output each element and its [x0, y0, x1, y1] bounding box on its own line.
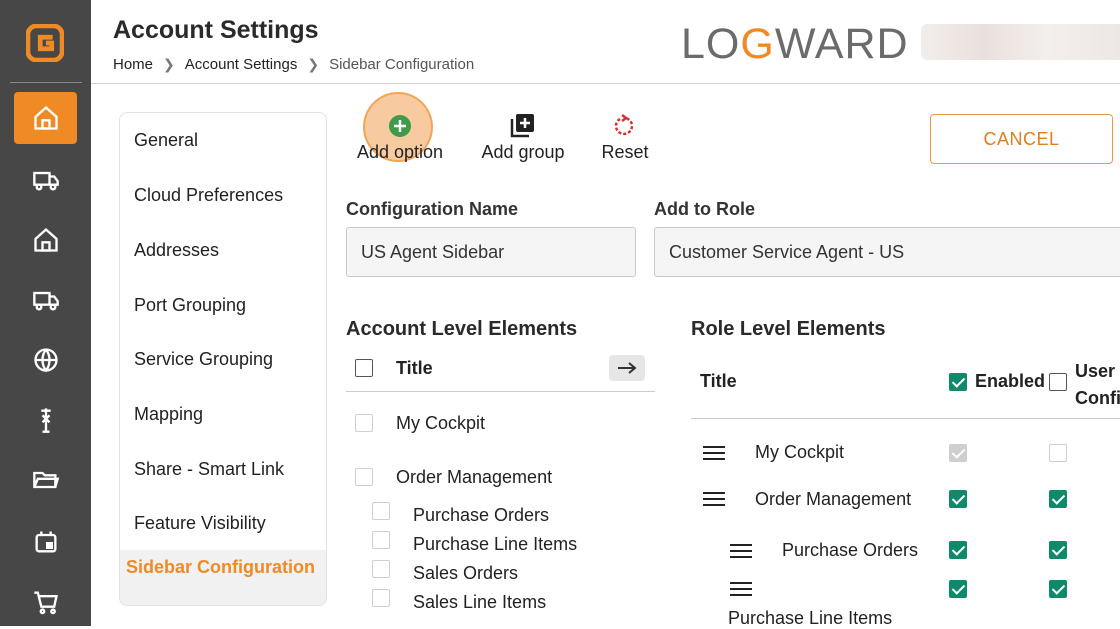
account-item-checkbox[interactable]: [372, 531, 390, 549]
user-config-checkbox[interactable]: [1049, 580, 1067, 598]
nav-shipments[interactable]: [14, 154, 77, 206]
config-name-input[interactable]: US Agent Sidebar: [346, 227, 636, 277]
account-select-all-checkbox[interactable]: [355, 359, 373, 377]
brand-logo: LOGWARD: [681, 20, 909, 69]
account-item-checkbox[interactable]: [372, 502, 390, 520]
role-row-label: My Cockpit: [755, 442, 845, 462]
enabled-all-checkbox[interactable]: [949, 373, 967, 391]
settings-nav-general[interactable]: General: [134, 130, 198, 151]
cart-icon: [33, 591, 58, 615]
breadcrumb-home[interactable]: Home: [113, 56, 153, 73]
settings-nav-share-smart-link[interactable]: Share - Smart Link: [134, 459, 284, 480]
settings-nav-mapping[interactable]: Mapping: [134, 404, 203, 425]
arrow-right-icon: [618, 362, 637, 374]
brand-accent: G: [740, 20, 775, 68]
app-rail: [0, 0, 91, 626]
chevron-right-icon: ❯: [307, 56, 320, 72]
cancel-button[interactable]: CANCEL: [930, 114, 1113, 164]
user-config-checkbox[interactable]: [1049, 541, 1067, 559]
settings-nav-port-grouping[interactable]: Port Grouping: [134, 295, 246, 316]
home-icon: [33, 105, 58, 130]
breadcrumb-account-settings[interactable]: Account Settings: [185, 56, 298, 73]
account-title-column: Title: [396, 358, 433, 378]
brand-pre: LO: [681, 20, 741, 68]
enabled-checkbox[interactable]: [949, 444, 967, 462]
settings-nav-cloud-preferences[interactable]: Cloud Preferences: [134, 185, 283, 206]
settings-nav-service-grouping[interactable]: Service Grouping: [134, 349, 273, 370]
role-row-label: Purchase Orders: [782, 540, 919, 560]
divider: [691, 418, 1120, 419]
account-item-label: My Cockpit: [396, 413, 486, 433]
user-menu[interactable]: [921, 24, 1120, 60]
add-group-button[interactable]: Add group: [473, 114, 573, 163]
crane-icon: [40, 408, 51, 433]
truck-icon: [32, 291, 59, 311]
nav-documents[interactable]: [14, 454, 77, 506]
reset-button[interactable]: Reset: [595, 114, 655, 163]
add-option-label: Add option: [356, 142, 444, 162]
nav-warehouse[interactable]: [14, 214, 77, 266]
account-item-label: Sales Line Items: [413, 592, 547, 612]
move-right-button[interactable]: [609, 355, 645, 381]
calendar-icon: [35, 531, 56, 553]
add-circle-icon: [389, 115, 411, 137]
reset-icon: [614, 114, 634, 136]
drag-handle-icon[interactable]: [730, 582, 752, 598]
chevron-right-icon: ❯: [163, 56, 175, 72]
page-header: Account Settings Home ❯ Account Settings…: [91, 0, 1120, 84]
nav-home[interactable]: [14, 92, 77, 144]
reset-label: Reset: [601, 142, 649, 162]
nav-transport[interactable]: [14, 274, 77, 326]
truck-icon: [32, 171, 59, 191]
brand-post: WARD: [774, 20, 909, 68]
account-level-title: Account Level Elements: [346, 318, 578, 340]
folder-icon: [32, 471, 59, 489]
add-to-role-label: Add to Role: [654, 199, 755, 219]
user-config-column: User Confi: [1075, 361, 1120, 408]
role-row-label: Order Management: [755, 489, 912, 509]
nav-port[interactable]: [14, 394, 77, 446]
drag-handle-icon[interactable]: [703, 492, 725, 508]
settings-nav-feature-visibility[interactable]: Feature Visibility: [134, 513, 266, 534]
role-title-column: Title: [700, 371, 737, 391]
warehouse-icon: [33, 227, 58, 252]
breadcrumb: Home ❯ Account Settings ❯ Sidebar Config…: [113, 56, 474, 73]
divider: [346, 391, 655, 392]
add-group-icon: [510, 114, 534, 138]
breadcrumb-current: Sidebar Configuration: [329, 56, 475, 73]
role-level-title: Role Level Elements: [691, 318, 886, 340]
account-item-checkbox[interactable]: [355, 414, 373, 432]
settings-nav-sidebar-configuration[interactable]: Sidebar Configuration: [120, 550, 326, 605]
nav-calendar[interactable]: [14, 516, 77, 568]
account-item-checkbox[interactable]: [355, 468, 373, 486]
account-item-checkbox[interactable]: [372, 589, 390, 607]
role-select[interactable]: Customer Service Agent - US: [654, 227, 1120, 277]
config-name-label: Configuration Name: [346, 199, 519, 219]
account-item-label: Order Management: [396, 467, 553, 487]
enabled-checkbox[interactable]: [949, 580, 967, 598]
user-config-checkbox[interactable]: [1049, 490, 1067, 508]
settings-nav: General Cloud Preferences Addresses Port…: [119, 112, 327, 606]
enabled-checkbox[interactable]: [949, 541, 967, 559]
enabled-column: Enabled: [975, 371, 1046, 391]
add-option-button[interactable]: Add option: [350, 114, 450, 163]
drag-handle-icon[interactable]: [730, 544, 752, 560]
globe-icon: [33, 348, 58, 373]
drag-handle-icon[interactable]: [703, 446, 725, 462]
user-config-checkbox[interactable]: [1049, 444, 1067, 462]
account-item-label: Sales Orders: [413, 563, 519, 583]
settings-nav-addresses[interactable]: Addresses: [134, 240, 219, 261]
account-item-checkbox[interactable]: [372, 560, 390, 578]
user-config-all-checkbox[interactable]: [1049, 373, 1067, 391]
logward-logo-icon[interactable]: [26, 24, 64, 62]
account-item-label: Purchase Orders: [413, 505, 550, 525]
enabled-checkbox[interactable]: [949, 490, 967, 508]
rail-divider: [10, 82, 82, 83]
nav-cart[interactable]: [14, 576, 77, 628]
nav-global[interactable]: [14, 334, 77, 386]
add-group-label: Add group: [481, 142, 565, 162]
account-item-label: Purchase Line Items: [413, 534, 578, 554]
page-title: Account Settings: [113, 16, 319, 44]
